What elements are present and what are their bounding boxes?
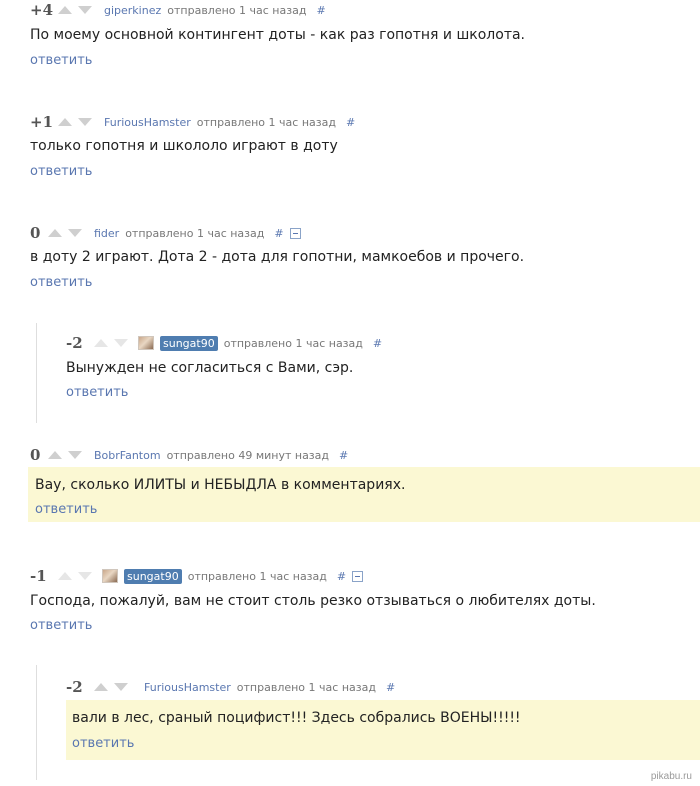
upvote-arrow-icon[interactable]	[48, 451, 62, 459]
reply-link[interactable]: ответить	[66, 385, 128, 400]
comment-author[interactable]: giperkinez	[104, 4, 161, 17]
permalink-link[interactable]: #	[337, 570, 346, 583]
comment-author[interactable]: fider	[94, 227, 119, 240]
upvote-arrow-icon[interactable]	[58, 572, 72, 580]
avatar	[102, 569, 118, 583]
downvote-arrow-icon[interactable]	[78, 572, 92, 580]
comment-score: +4	[30, 1, 54, 19]
comment-score: -2	[66, 678, 83, 696]
upvote-arrow-icon[interactable]	[94, 339, 108, 347]
comment-tagline: -2 FuriousHamster отправлено 1 час назад…	[66, 677, 395, 697]
comment-tagline: +4 giperkinez отправлено 1 час назад #	[30, 0, 326, 20]
downvote-arrow-icon[interactable]	[114, 339, 128, 347]
comment-tagline: 0 BobrFantom отправлено 49 минут назад #	[30, 445, 348, 465]
comment-tagline: -2 sungat90 отправлено 1 час назад #	[66, 333, 382, 353]
upvote-arrow-icon[interactable]	[58, 6, 72, 14]
reply-link[interactable]: ответить	[30, 164, 92, 179]
permalink-link[interactable]: #	[339, 449, 348, 462]
comment-score: 0	[30, 446, 41, 464]
comment-author[interactable]: sungat90	[124, 568, 182, 584]
comment-text: Вау, сколько ИЛИТЫ и НЕБЫДЛА в комментар…	[35, 477, 406, 493]
comment-author[interactable]: FuriousHamster	[144, 681, 231, 694]
comment-text: в доту 2 играют. Дота 2 - дота для гопот…	[30, 249, 525, 265]
downvote-arrow-icon[interactable]	[68, 229, 82, 237]
upvote-arrow-icon[interactable]	[58, 118, 72, 126]
comment-time: отправлено 1 час назад	[236, 680, 376, 694]
collapse-icon[interactable]	[352, 570, 364, 582]
comment-text: вали в лес, сраный поцифист!!! Здесь соб…	[72, 710, 521, 726]
comment-highlight	[66, 700, 700, 760]
site-watermark: pikabu.ru	[650, 771, 692, 782]
permalink-link[interactable]: #	[386, 681, 395, 694]
comment-text: По моему основной контингент доты - как …	[30, 27, 525, 43]
reply-link[interactable]: ответить	[30, 618, 92, 633]
comment-text: Господа, пожалуй, вам не стоит столь рез…	[30, 593, 596, 609]
comment-highlight	[28, 467, 700, 522]
downvote-arrow-icon[interactable]	[78, 118, 92, 126]
upvote-arrow-icon[interactable]	[48, 229, 62, 237]
collapse-icon[interactable]	[289, 227, 301, 239]
comment-score: -1	[30, 567, 47, 585]
permalink-link[interactable]: #	[316, 4, 325, 17]
permalink-link[interactable]: #	[373, 337, 382, 350]
comment-time: отправлено 49 минут назад	[166, 448, 330, 462]
comment-time: отправлено 1 час назад	[167, 3, 307, 17]
comment-text: Вынужден не согласиться с Вами, сэр.	[66, 360, 354, 376]
reply-link[interactable]: ответить	[72, 736, 134, 751]
comment-author[interactable]: sungat90	[160, 335, 218, 351]
downvote-arrow-icon[interactable]	[78, 6, 92, 14]
comment-score: +1	[30, 113, 54, 131]
downvote-arrow-icon[interactable]	[114, 683, 128, 691]
reply-link[interactable]: ответить	[30, 275, 92, 290]
permalink-link[interactable]: #	[346, 116, 355, 129]
comment-score: -2	[66, 334, 83, 352]
avatar	[138, 336, 154, 350]
comment-time: отправлено 1 час назад	[196, 115, 336, 129]
comment-time: отправлено 1 час назад	[223, 336, 363, 350]
reply-link[interactable]: ответить	[30, 53, 92, 68]
comment-time: отправлено 1 час назад	[187, 569, 327, 583]
comment-score: 0	[30, 224, 41, 242]
downvote-arrow-icon[interactable]	[68, 451, 82, 459]
thread-line	[36, 665, 37, 780]
comment-tagline: -1 sungat90 отправлено 1 час назад #	[30, 566, 364, 586]
comment-tagline: 0 fider отправлено 1 час назад #	[30, 223, 301, 243]
comment-text: только гопотня и школоло играют в доту	[30, 138, 338, 154]
comment-author[interactable]: BobrFantom	[94, 449, 161, 462]
permalink-link[interactable]: #	[274, 227, 283, 240]
upvote-arrow-icon[interactable]	[94, 683, 108, 691]
comment-tagline: +1 FuriousHamster отправлено 1 час назад…	[30, 112, 355, 132]
reply-link[interactable]: ответить	[35, 502, 97, 517]
thread-line	[36, 323, 37, 423]
comment-author[interactable]: FuriousHamster	[104, 116, 191, 129]
comment-time: отправлено 1 час назад	[125, 226, 265, 240]
